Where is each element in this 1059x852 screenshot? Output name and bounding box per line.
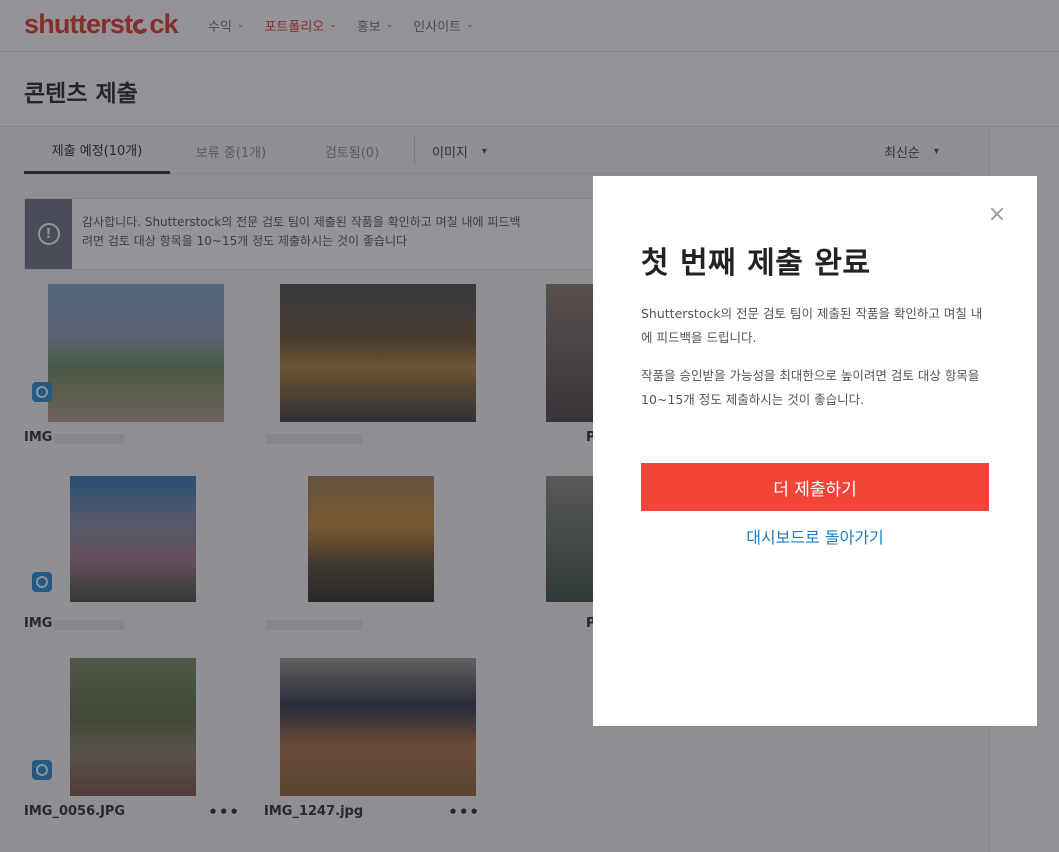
modal-description: Shutterstock의 전문 검토 팀이 제출된 작품을 확인하고 며칠 내…: [641, 306, 983, 345]
modal-tip: 작품을 승인받을 가능성을 최대한으로 높이려면 검토 대상 항목을 10~15…: [641, 368, 980, 407]
close-icon[interactable]: ×: [987, 204, 1007, 226]
modal-title: 첫 번째 제출 완료: [641, 246, 871, 281]
submit-more-button[interactable]: 더 제출하기: [641, 463, 989, 511]
submission-complete-modal: × 첫 번째 제출 완료 Shutterstock의 전문 검토 팀이 제출된 …: [593, 176, 1037, 726]
back-to-dashboard-link[interactable]: 대시보드로 돌아가기: [641, 524, 989, 548]
